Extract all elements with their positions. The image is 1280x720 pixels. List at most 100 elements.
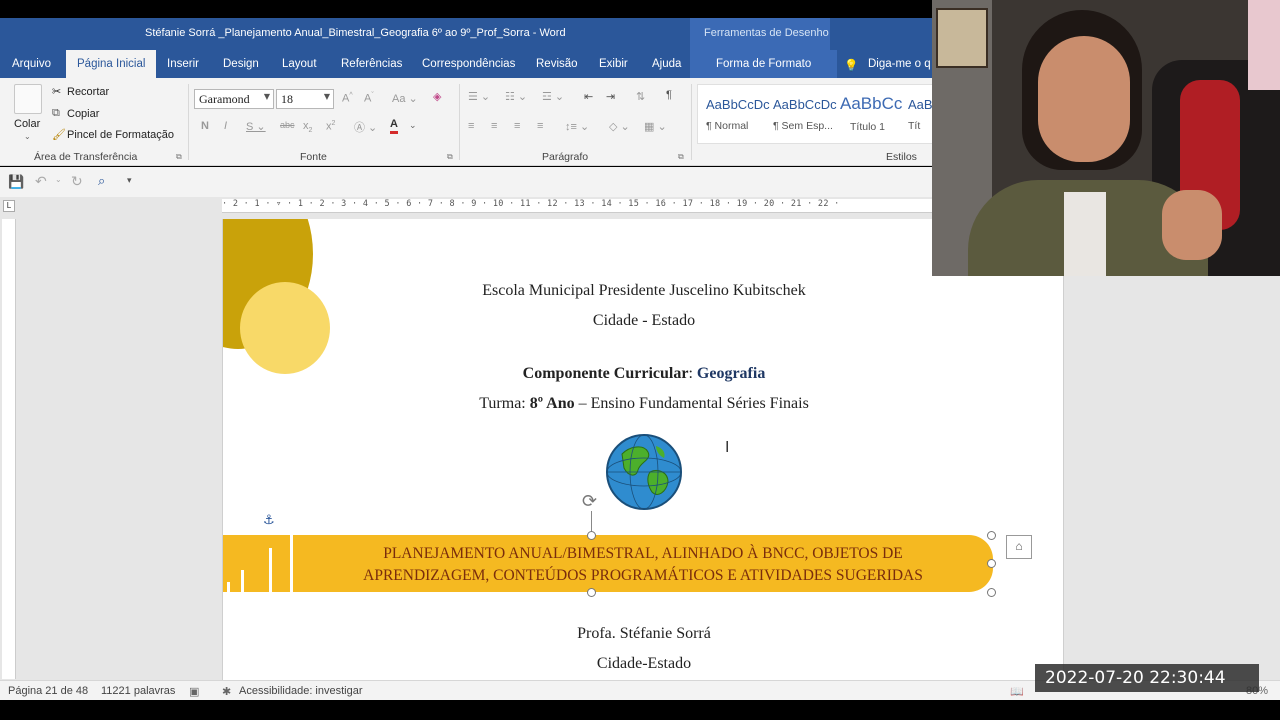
page-counter[interactable]: Página 21 de 48 xyxy=(8,685,88,697)
tab-inserir[interactable]: Inserir xyxy=(167,50,199,78)
style-no-spacing[interactable]: AaBbCcDc ¶ Sem Esp... xyxy=(773,97,839,143)
pilcrow-icon[interactable]: ¶ xyxy=(666,89,672,101)
lightbulb-icon[interactable]: 💡 xyxy=(844,50,858,78)
chevron-down-icon[interactable]: ⌄ xyxy=(409,120,417,131)
tab-layout[interactable]: Layout xyxy=(282,50,317,78)
sort-icon[interactable]: ⇅ xyxy=(636,90,645,103)
underline-icon[interactable]: S ⌄ xyxy=(246,120,266,133)
shading-icon[interactable]: ◇ ⌄ xyxy=(609,120,630,133)
resize-handle-bottom[interactable] xyxy=(587,588,596,597)
shrink-font-icon[interactable]: Aˇ xyxy=(364,92,374,105)
font-size-combo[interactable]: 18 ▼ xyxy=(276,89,334,109)
webcam-overlay xyxy=(932,0,1280,276)
decrease-indent-icon[interactable]: ⇤ xyxy=(584,90,593,103)
scissors-icon[interactable]: ✂ xyxy=(52,85,61,98)
component-label: Componente Curricular xyxy=(522,365,689,382)
webcam-poster xyxy=(936,8,988,68)
paste-dropdown-icon[interactable]: ⌄ xyxy=(24,132,31,141)
undo-icon[interactable]: ↶ xyxy=(35,173,47,190)
tell-me-search[interactable]: Diga-me o q xyxy=(868,50,931,78)
teacher-city-state: Cidade-Estado xyxy=(596,655,692,672)
proofing-icon[interactable]: ▣ xyxy=(189,685,199,698)
paragraph-launcher-icon[interactable]: ⧉ xyxy=(678,152,684,162)
style-heading-1[interactable]: AaBbCc Título 1 xyxy=(840,94,906,140)
font-family-value: Garamond xyxy=(199,92,250,106)
layout-options-icon[interactable]: ⌂ xyxy=(1006,535,1032,559)
component-separator: : xyxy=(688,365,697,382)
tab-revisao[interactable]: Revisão xyxy=(536,50,578,78)
line-spacing-icon[interactable]: ↕≡ ⌄ xyxy=(565,120,589,133)
save-icon[interactable]: 💾 xyxy=(8,174,24,190)
resize-handle-bottom-right[interactable] xyxy=(987,588,996,597)
tab-correspondencias[interactable]: Correspondências xyxy=(422,50,515,78)
text-effects-icon[interactable]: Ⓐ ⌄ xyxy=(354,119,377,135)
align-right-icon[interactable]: ≡ xyxy=(514,120,520,132)
multilevel-list-icon[interactable]: ☲ ⌄ xyxy=(542,90,564,103)
style-sample: AaBbCcDc xyxy=(773,97,837,112)
redo-icon[interactable]: ↻ xyxy=(71,173,83,190)
tab-selector[interactable]: L xyxy=(3,200,15,212)
banner-stripe xyxy=(290,535,293,592)
strikethrough-icon[interactable]: abc xyxy=(280,120,295,130)
styles-gallery: AaBbCcDc ¶ Normal AaBbCcDc ¶ Sem Esp... … xyxy=(697,84,937,144)
ruler-ticks: · 2 · 1 · ▿ · 1 · 2 · 3 · 4 · 5 · 6 · 7 … xyxy=(222,199,840,209)
tab-arquivo[interactable]: Arquivo xyxy=(12,50,51,78)
title-banner-shape[interactable]: PLANEJAMENTO ANUAL/BIMESTRAL, ALINHADO À… xyxy=(223,535,993,592)
document-page[interactable]: Escola Municipal Presidente Juscelino Ku… xyxy=(222,219,1064,680)
subscript-icon[interactable]: x2 xyxy=(303,120,312,134)
format-painter-button[interactable]: Pincel de Formatação xyxy=(67,129,174,141)
copy-button[interactable]: Copiar xyxy=(67,108,99,120)
tab-pagina-inicial[interactable]: Página Inicial xyxy=(66,50,157,78)
paste-icon[interactable] xyxy=(14,84,42,114)
font-color-icon[interactable]: A xyxy=(390,118,398,134)
styles-group-label: Estilos xyxy=(886,151,917,163)
format-painter-icon[interactable]: 🖌 xyxy=(52,128,66,141)
customize-qat-icon[interactable]: ▾ xyxy=(127,175,132,186)
accessibility-icon[interactable]: ✱ xyxy=(222,685,231,698)
accessibility-status[interactable]: Acessibilidade: investigar xyxy=(239,685,363,697)
banner-line-2: APRENDIZAGEM, CONTEÚDOS PROGRAMÁTICOS E … xyxy=(363,567,923,584)
rotation-handle-icon[interactable]: ⟳ xyxy=(582,491,597,512)
anchor-icon[interactable]: ⚓ xyxy=(263,512,275,528)
resize-handle-right[interactable] xyxy=(987,559,996,568)
clear-formatting-icon[interactable]: ◈ xyxy=(433,90,441,103)
style-sample: AaBbCc xyxy=(840,94,903,113)
increase-indent-icon[interactable]: ⇥ xyxy=(606,90,615,103)
resize-handle-top-right[interactable] xyxy=(987,531,996,540)
numbering-icon[interactable]: ☷ ⌄ xyxy=(505,90,527,103)
align-center-icon[interactable]: ≡ xyxy=(491,120,497,132)
cut-button[interactable]: Recortar xyxy=(67,86,109,98)
read-mode-icon[interactable]: 📖 xyxy=(1010,685,1024,698)
italic-icon[interactable]: I xyxy=(224,120,227,132)
bullets-icon[interactable]: ☰ ⌄ xyxy=(468,90,490,103)
font-launcher-icon[interactable]: ⧉ xyxy=(447,152,453,162)
align-left-icon[interactable]: ≡ xyxy=(468,120,474,132)
tab-referencias[interactable]: Referências xyxy=(341,50,402,78)
font-family-combo[interactable]: Garamond ▼ xyxy=(194,89,274,109)
resize-handle-top[interactable] xyxy=(587,531,596,540)
banner-stripe xyxy=(227,582,230,592)
change-case-icon[interactable]: Aa ⌄ xyxy=(392,92,418,105)
search-icon[interactable]: ⌕ xyxy=(98,173,105,189)
paste-button[interactable]: Colar xyxy=(14,118,40,130)
clipboard-launcher-icon[interactable]: ⧉ xyxy=(176,152,182,162)
borders-icon[interactable]: ▦ ⌄ xyxy=(644,120,667,133)
tab-forma-de-formato[interactable]: Forma de Formato xyxy=(690,50,838,78)
tab-exibir[interactable]: Exibir xyxy=(599,50,628,78)
banner-stripe xyxy=(241,570,244,592)
word-count[interactable]: 11221 palavras xyxy=(101,685,175,697)
chevron-down-icon[interactable]: ⌄ xyxy=(55,175,62,184)
bold-icon[interactable]: N xyxy=(201,120,209,132)
justify-icon[interactable]: ≡ xyxy=(537,120,543,132)
class-description: – Ensino Fundamental Séries Finais xyxy=(574,395,809,412)
superscript-icon[interactable]: x2 xyxy=(326,120,335,133)
tab-design[interactable]: Design xyxy=(223,50,259,78)
style-name: ¶ Normal xyxy=(706,120,749,132)
copy-icon[interactable]: ⧉ xyxy=(52,107,60,120)
style-normal[interactable]: AaBbCcDc ¶ Normal xyxy=(706,97,772,143)
letterbox xyxy=(0,700,1280,720)
vertical-ruler[interactable] xyxy=(2,219,16,679)
grow-font-icon[interactable]: A^ xyxy=(342,92,353,105)
chevron-down-icon: ▼ xyxy=(263,92,270,101)
tab-ajuda[interactable]: Ajuda xyxy=(652,50,681,78)
